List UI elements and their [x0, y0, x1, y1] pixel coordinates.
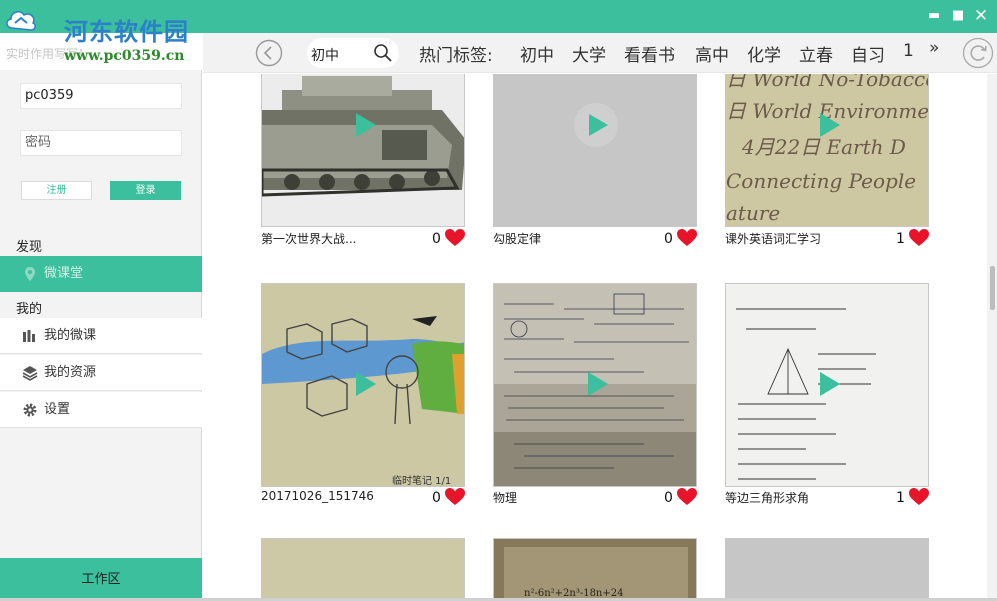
lesson-thumbnail[interactable]	[261, 74, 465, 227]
tank-illustration	[262, 74, 464, 226]
lesson-thumbnail[interactable]: 日 World No-Tobacco 日 World Environme 4月2…	[725, 74, 929, 227]
heart-icon[interactable]	[909, 488, 929, 506]
close-icon[interactable]: ✕	[971, 6, 991, 26]
like-count: 1	[896, 490, 905, 506]
heart-icon[interactable]	[909, 229, 929, 247]
bar-chart-icon	[23, 330, 35, 342]
section-discover-label: 发现	[16, 240, 43, 255]
lesson-title: 20171026_151746	[261, 489, 374, 503]
lesson-title: 勾股定律	[493, 232, 542, 246]
tag-chuzhong[interactable]: 初中	[520, 41, 554, 66]
like-count: 0	[432, 231, 441, 247]
play-icon[interactable]	[574, 362, 618, 406]
sidebar-item-label: 微课堂	[44, 266, 84, 281]
lesson-title: 课外英语词汇学习	[725, 232, 822, 246]
search-icon[interactable]	[373, 43, 393, 63]
sidebar-item-my-courses[interactable]: 我的微课	[0, 318, 202, 354]
register-button[interactable]: 注册	[21, 181, 92, 200]
refresh-icon[interactable]	[962, 37, 994, 69]
heart-icon[interactable]	[445, 488, 465, 506]
more-tags-button[interactable]: »	[929, 38, 939, 58]
back-arrow-icon[interactable]	[255, 39, 283, 67]
tag-lichun[interactable]: 立春	[799, 41, 833, 66]
sidebar-item-microclass[interactable]: 微课堂	[0, 256, 202, 292]
hot-tags-label: 热门标签:	[419, 46, 493, 66]
tag-1[interactable]: 1	[903, 41, 914, 61]
watermark-site-name: 河东软件园	[64, 17, 189, 46]
password-field[interactable]: 密码	[20, 130, 182, 156]
handwriting-line: 日 World No-Tobacco	[726, 74, 929, 91]
sidebar-item-my-resources[interactable]: 我的资源	[0, 355, 202, 391]
maximize-icon[interactable]: ■	[948, 6, 968, 26]
login-button[interactable]: 登录	[110, 181, 181, 200]
play-icon[interactable]	[342, 103, 386, 147]
sidebar-item-label: 我的资源	[44, 365, 97, 380]
heart-icon[interactable]	[445, 229, 465, 247]
play-icon[interactable]	[574, 103, 618, 147]
cloud-logo-icon	[6, 11, 36, 31]
search-input[interactable]: 初中	[307, 38, 399, 68]
lesson-title: 第一次世界大战...	[261, 232, 357, 246]
section-mine-label: 我的	[16, 302, 43, 317]
gear-icon	[23, 403, 37, 417]
like-count: 0	[432, 490, 441, 506]
location-pin-icon	[25, 267, 35, 281]
heart-icon[interactable]	[677, 488, 697, 506]
lesson-thumbnail[interactable]	[725, 283, 929, 487]
tag-daxue[interactable]: 大学	[572, 41, 606, 66]
layers-icon	[22, 366, 38, 381]
tag-gaozhong[interactable]: 高中	[695, 41, 729, 66]
sidebar-item-label: 我的微课	[44, 328, 97, 343]
logo-area: 河东软件园 实时作用写写！ www.pc0359.cn	[0, 0, 210, 70]
minimize-icon[interactable]: ▬	[924, 6, 944, 26]
handwriting-notes: 日 World No-Tobacco 日 World Environme 4月2…	[726, 74, 929, 226]
tag-zixi[interactable]: 自习	[851, 41, 885, 66]
scrollbar-thumb[interactable]	[990, 266, 995, 310]
search-value: 初中	[311, 48, 339, 64]
play-icon[interactable]	[342, 362, 386, 406]
lesson-thumbnail[interactable]	[725, 538, 929, 601]
lesson-thumbnail[interactable]: n²-6n²+2n³-18n+24	[493, 538, 697, 601]
lesson-thumbnail[interactable]	[261, 538, 465, 601]
top-toolbar: 初中 热门标签: 初中 大学 看看书 高中 化学 立春 自习 1 »	[203, 33, 997, 73]
lesson-thumbnail[interactable]	[493, 283, 697, 487]
tag-kankanshu[interactable]: 看看书	[624, 41, 675, 66]
like-count: 0	[664, 490, 673, 506]
heart-icon[interactable]	[677, 229, 697, 247]
sidebar-item-settings[interactable]: 设置	[0, 392, 202, 428]
content-scrollbar[interactable]	[987, 74, 997, 601]
sidebar-item-label: 设置	[44, 402, 71, 417]
username-field[interactable]: pc0359	[20, 83, 182, 109]
play-icon[interactable]	[806, 362, 850, 406]
thumbnail-overlay-text: 临时笔记 1/1	[392, 474, 451, 487]
tag-huaxue[interactable]: 化学	[747, 41, 781, 66]
lesson-title: 等边三角形求角	[725, 491, 810, 505]
lesson-thumbnail[interactable]	[493, 74, 697, 227]
watermark-url: www.pc0359.cn	[64, 48, 185, 64]
play-icon[interactable]	[806, 103, 850, 147]
handwriting-line: Connecting People	[726, 169, 916, 193]
sidebar: pc0359 密码 注册 登录 发现 微课堂 我的 我的微课 我的资源 设置 工…	[0, 70, 202, 601]
workspace-button[interactable]: 工作区	[0, 558, 202, 601]
lesson-thumbnail[interactable]: 临时笔记 1/1	[261, 283, 465, 487]
microclass-grid: 第一次世界大战... 0 勾股定律 0 日 World No-Tobacco 日…	[203, 74, 986, 601]
like-count: 0	[664, 231, 673, 247]
formula-board: n²-6n²+2n³-18n+24	[494, 539, 696, 601]
handwriting-line: ature	[726, 201, 780, 225]
lesson-title: 物理	[493, 491, 518, 505]
like-count: 1	[896, 231, 905, 247]
